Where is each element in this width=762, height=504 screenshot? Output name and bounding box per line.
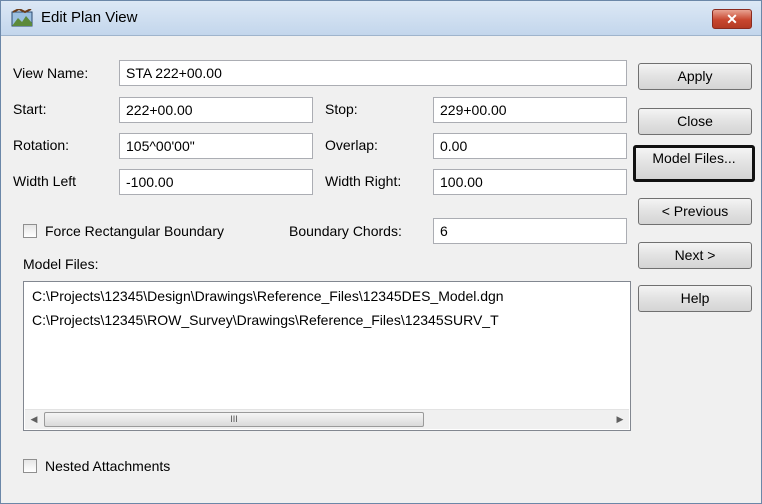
boundary-chords-label: Boundary Chords: <box>289 223 402 239</box>
stop-label: Stop: <box>325 101 358 117</box>
force-rectangular-checkbox[interactable] <box>23 224 37 238</box>
width-right-field[interactable]: 100.00 <box>433 169 627 195</box>
list-item[interactable]: C:\Projects\12345\ROW_Survey\Drawings\Re… <box>32 312 499 328</box>
close-button[interactable]: Close <box>638 108 752 135</box>
horizontal-scrollbar[interactable]: ◀ III ▶ <box>25 409 629 429</box>
map-icon <box>11 9 33 27</box>
overlap-field[interactable]: 0.00 <box>433 133 627 159</box>
model-files-button[interactable]: Model Files... <box>633 145 755 182</box>
apply-button[interactable]: Apply <box>638 63 752 90</box>
boundary-chords-field[interactable]: 6 <box>433 218 627 244</box>
model-files-list[interactable]: C:\Projects\12345\Design\Drawings\Refere… <box>23 281 631 431</box>
nested-attachments-checkbox[interactable] <box>23 459 37 473</box>
help-button[interactable]: Help <box>638 285 752 312</box>
view-name-field[interactable]: STA 222+00.00 <box>119 60 627 86</box>
force-rectangular-label: Force Rectangular Boundary <box>45 223 224 239</box>
next-button[interactable]: Next > <box>638 242 752 269</box>
scrollbar-thumb[interactable]: III <box>44 412 424 427</box>
list-item[interactable]: C:\Projects\12345\Design\Drawings\Refere… <box>32 288 504 304</box>
edit-plan-view-dialog: Edit Plan View ✕ View Name: STA 222+00.0… <box>0 0 762 504</box>
rotation-field[interactable]: 105^00'00" <box>119 133 313 159</box>
start-label: Start: <box>13 101 47 117</box>
model-files-label: Model Files: <box>23 256 99 272</box>
width-left-field[interactable]: -100.00 <box>119 169 313 195</box>
stop-field[interactable]: 229+00.00 <box>433 97 627 123</box>
width-right-label: Width Right: <box>325 173 402 189</box>
scroll-right-arrow-icon[interactable]: ▶ <box>611 410 629 429</box>
overlap-label: Overlap: <box>325 137 378 153</box>
view-name-label: View Name: <box>13 65 89 81</box>
start-field[interactable]: 222+00.00 <box>119 97 313 123</box>
nested-attachments-label: Nested Attachments <box>45 458 171 474</box>
window-title: Edit Plan View <box>41 9 138 26</box>
width-left-label: Width Left <box>13 173 77 189</box>
previous-button[interactable]: < Previous <box>638 198 752 225</box>
window-close-button[interactable]: ✕ <box>712 9 752 29</box>
title-bar: Edit Plan View ✕ <box>1 1 761 36</box>
scroll-left-arrow-icon[interactable]: ◀ <box>25 410 43 429</box>
rotation-label: Rotation: <box>13 137 70 153</box>
